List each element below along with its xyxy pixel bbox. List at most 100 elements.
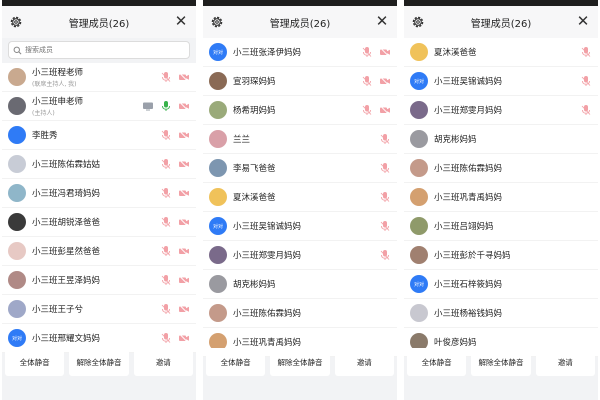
camera-off-icon[interactable] [379, 46, 391, 58]
member-name: 小三班邢耀文妈妈 [32, 334, 101, 344]
avatar [8, 300, 26, 318]
member-row[interactable]: 小三班彭星然爸爸 [2, 237, 196, 266]
member-row[interactable]: 兰兰 [203, 125, 397, 154]
mic-muted-icon[interactable] [160, 216, 172, 228]
member-row[interactable]: 小三班杨裕钱妈妈 [404, 299, 598, 328]
close-icon[interactable]: ✕ [374, 13, 390, 29]
member-row[interactable]: 杨希玥妈妈 [203, 96, 397, 125]
member-name: 小三班郑雯月妈妈 [434, 106, 503, 116]
avatar [209, 101, 227, 119]
panel-header: 管理成员(26) ✕ [203, 6, 397, 38]
camera-off-icon[interactable] [178, 216, 190, 228]
camera-off-icon[interactable] [178, 158, 190, 170]
close-icon[interactable]: ✕ [575, 13, 591, 29]
mic-muted-icon[interactable] [580, 46, 592, 58]
member-row[interactable]: 小三班陈佑霖姑姑 [2, 150, 196, 179]
member-row[interactable]: 对对 小三班吴锦诚妈妈 [203, 212, 397, 241]
camera-off-icon[interactable] [178, 187, 190, 199]
camera-off-icon[interactable] [379, 104, 391, 116]
mic-muted-icon[interactable] [160, 245, 172, 257]
mic-muted-icon[interactable] [379, 162, 391, 174]
camera-off-icon[interactable] [178, 100, 190, 112]
member-row[interactable]: 小三班程老师 (联席主持人, 我) [2, 63, 196, 92]
avatar [8, 155, 26, 173]
member-row[interactable]: 李胜秀 [2, 121, 196, 150]
mic-muted-icon[interactable] [379, 249, 391, 261]
member-row[interactable]: 小三班陈佑霖妈妈 [203, 299, 397, 328]
camera-off-icon[interactable] [178, 274, 190, 286]
mic-muted-icon[interactable] [379, 133, 391, 145]
member-row[interactable]: 对对 小三班张泽伊妈妈 [203, 38, 397, 67]
camera-off-icon[interactable] [178, 303, 190, 315]
close-icon[interactable]: ✕ [173, 13, 189, 29]
member-row[interactable]: 对对 小三班石梓筱妈妈 [404, 270, 598, 299]
member-row[interactable]: 小三班郑雯月妈妈 [404, 96, 598, 125]
invite-button[interactable]: 邀请 [133, 348, 193, 376]
member-row[interactable]: 小三班彭於千寻妈妈 [404, 241, 598, 270]
member-row[interactable]: 小三班王昱泽妈妈 [2, 266, 196, 295]
member-row[interactable]: 小三班陈佑霖妈妈 [404, 154, 598, 183]
mic-muted-icon[interactable] [580, 75, 592, 87]
mute-all-button[interactable]: 全体静音 [206, 348, 266, 376]
mute-all-button[interactable]: 全体静音 [407, 348, 467, 376]
avatar: 对对 [8, 329, 26, 347]
unmute-all-button[interactable]: 解除全体静音 [270, 348, 330, 376]
gear-icon[interactable] [411, 15, 425, 29]
camera-off-icon[interactable] [178, 245, 190, 257]
member-row[interactable]: 小三班申老师 (主持人) [2, 92, 196, 121]
member-name: 李易飞爸爸 [233, 164, 276, 174]
member-row[interactable]: 小三班吕翊妈妈 [404, 212, 598, 241]
mic-muted-icon[interactable] [580, 104, 592, 116]
mic-muted-icon[interactable] [160, 71, 172, 83]
mic-muted-icon[interactable] [160, 158, 172, 170]
mic-muted-icon[interactable] [160, 129, 172, 141]
mute-all-button[interactable]: 全体静音 [5, 348, 65, 376]
mic-muted-icon[interactable] [160, 274, 172, 286]
avatar [8, 97, 26, 115]
mic-muted-icon[interactable] [379, 220, 391, 232]
member-name: 小三班陈佑霖姑姑 [32, 160, 101, 170]
mic-muted-icon[interactable] [361, 46, 373, 58]
camera-off-icon[interactable] [178, 332, 190, 344]
mic-muted-icon[interactable] [160, 187, 172, 199]
search-bar[interactable] [8, 41, 190, 59]
member-row[interactable]: 小三班王子兮 [2, 295, 196, 324]
member-row[interactable]: 小三班胡锐泽爸爸 [2, 208, 196, 237]
member-row[interactable]: 夏沐溪爸爸 [203, 183, 397, 212]
search-input[interactable] [22, 46, 175, 54]
mic-muted-icon[interactable] [160, 303, 172, 315]
mic-muted-icon[interactable] [379, 191, 391, 203]
avatar [410, 304, 428, 322]
member-name: 叶俊彦妈妈 [434, 338, 477, 348]
invite-button[interactable]: 邀请 [334, 348, 394, 376]
member-row[interactable]: 小三班冯君琦妈妈 [2, 179, 196, 208]
member-name: 小三班申老师 [32, 97, 84, 107]
member-name: 胡克彬妈妈 [434, 135, 477, 145]
member-row[interactable]: 宣羽琛妈妈 [203, 67, 397, 96]
gear-icon[interactable] [9, 15, 23, 29]
member-name: 小三班石梓筱妈妈 [434, 280, 503, 290]
mic-muted-icon[interactable] [361, 104, 373, 116]
avatar: 对对 [410, 275, 428, 293]
mic-muted-icon[interactable] [361, 75, 373, 87]
mic-active-icon[interactable] [160, 100, 172, 112]
camera-off-icon[interactable] [379, 75, 391, 87]
camera-off-icon[interactable] [178, 71, 190, 83]
screen-share-icon[interactable] [142, 100, 154, 112]
mic-muted-icon[interactable] [160, 332, 172, 344]
member-name: 小三班陈佑霖妈妈 [233, 309, 302, 319]
member-row[interactable]: 小三班郑雯月妈妈 [203, 241, 397, 270]
member-name: 小三班吴锦诚妈妈 [233, 222, 302, 232]
member-row[interactable]: 胡克彬妈妈 [404, 125, 598, 154]
camera-off-icon[interactable] [178, 129, 190, 141]
unmute-all-button[interactable]: 解除全体静音 [69, 348, 129, 376]
member-row[interactable]: 对对 小三班吴锦诚妈妈 [404, 67, 598, 96]
gear-icon[interactable] [210, 15, 224, 29]
member-row[interactable]: 小三班巩青禹妈妈 [404, 183, 598, 212]
member-row[interactable]: 胡克彬妈妈 [203, 270, 397, 299]
invite-button[interactable]: 邀请 [535, 348, 595, 376]
unmute-all-button[interactable]: 解除全体静音 [471, 348, 531, 376]
member-row[interactable]: 夏沐溪爸爸 [404, 38, 598, 67]
avatar: 对对 [209, 217, 227, 235]
member-row[interactable]: 李易飞爸爸 [203, 154, 397, 183]
